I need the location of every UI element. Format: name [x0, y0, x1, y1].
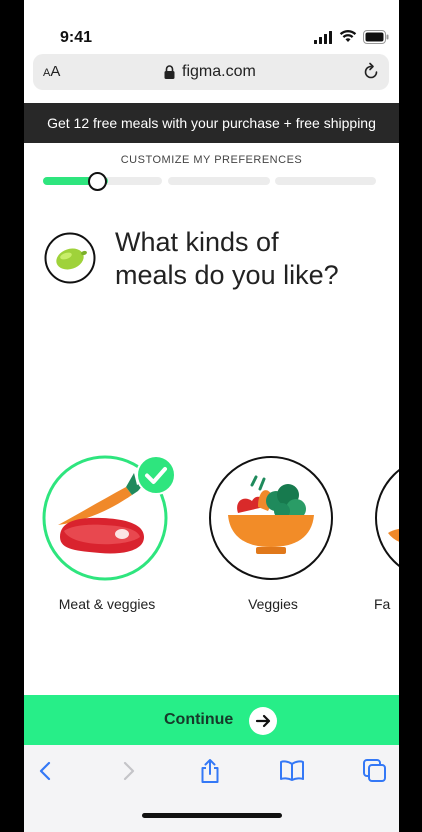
forward-icon[interactable]: [115, 758, 141, 784]
share-icon[interactable]: [197, 758, 223, 784]
question-heading: What kinds of meals do you like?: [115, 227, 339, 290]
arrow-right-icon: [249, 707, 277, 735]
text-size-button[interactable]: AA: [43, 63, 60, 80]
progress-segment-2: [168, 177, 270, 185]
continue-label: Continue: [164, 711, 234, 728]
wifi-icon: [339, 29, 357, 42]
veggies-illustration: [209, 456, 333, 580]
meal-partial-illustration: [375, 469, 399, 567]
progress-knob: [88, 172, 107, 191]
signal-icon: [314, 31, 332, 44]
tabs-icon[interactable]: [362, 758, 388, 784]
url-text: figma.com: [182, 63, 256, 80]
status-bar: 9:41: [24, 0, 399, 50]
progress-segment-3: [275, 177, 376, 185]
status-time: 9:41: [60, 29, 93, 46]
bookmarks-icon[interactable]: [279, 758, 305, 784]
battery-icon: [363, 30, 389, 44]
browser-toolbar: [24, 745, 399, 832]
reload-icon[interactable]: [361, 62, 381, 82]
meal-label: Fa: [374, 596, 391, 612]
lock-icon: [164, 65, 175, 79]
back-icon[interactable]: [33, 758, 59, 784]
continue-button[interactable]: Continue: [24, 695, 399, 745]
lime-icon: [44, 232, 96, 284]
progress-label: CUSTOMIZE MY PREFERENCES: [120, 154, 303, 166]
mobile-screen: 9:41 AA figma.com Get 12 free meals with…: [24, 0, 399, 832]
meal-label: Meat & veggies: [58, 596, 156, 612]
home-indicator: [142, 813, 282, 818]
meal-label: Veggies: [248, 596, 298, 612]
address-bar[interactable]: AA figma.com: [33, 54, 389, 90]
promo-banner: Get 12 free meals with your purchase + f…: [24, 103, 399, 143]
selected-check-icon: [136, 455, 176, 495]
